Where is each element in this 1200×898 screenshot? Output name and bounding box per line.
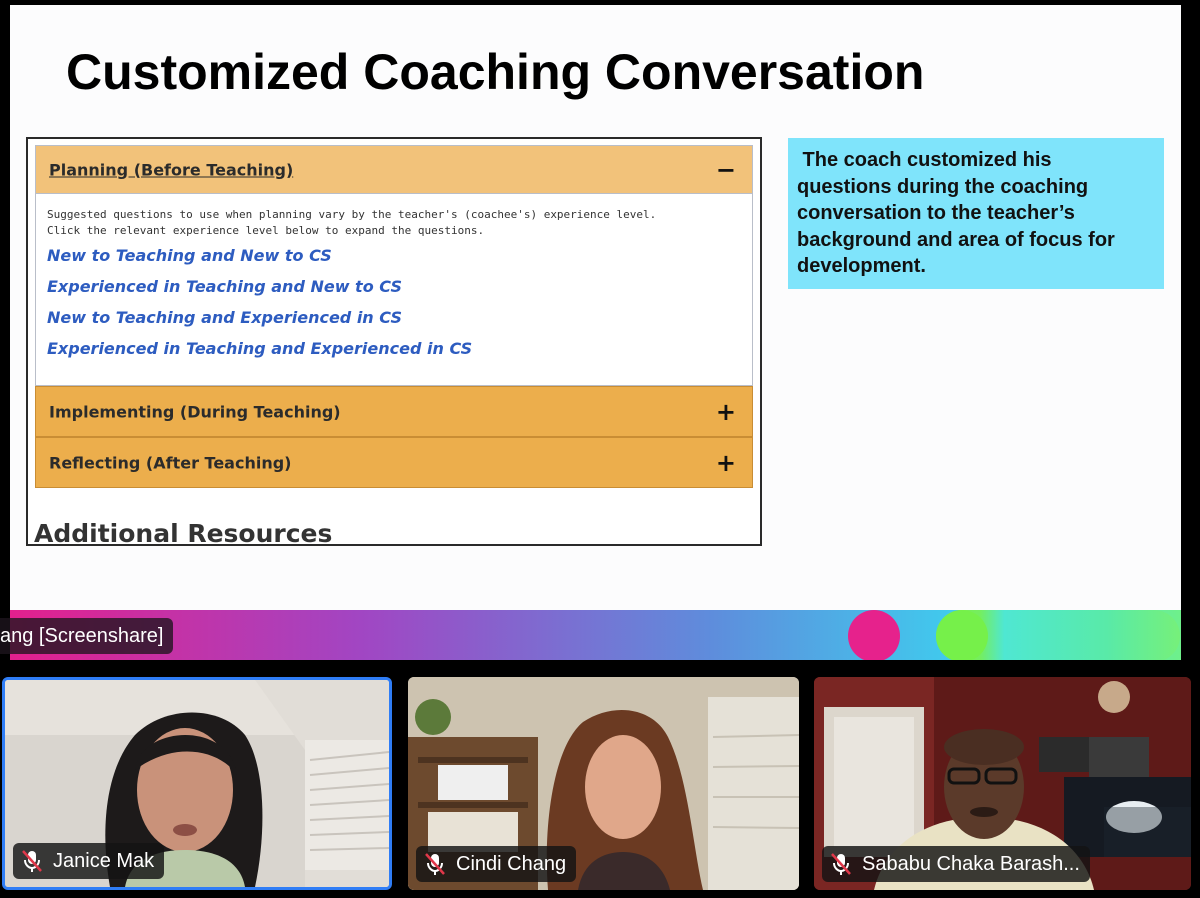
level-link-new-experienced[interactable]: New to Teaching and Experienced in CS — [47, 308, 402, 327]
embedded-webpage-screenshot: Planning (Before Teaching) − Suggested q… — [26, 137, 762, 546]
screenshare-label: ang [Screenshare] — [0, 618, 174, 654]
mic-muted-icon — [22, 850, 42, 872]
callout-box: The coach customized his questions durin… — [788, 138, 1164, 289]
collapse-minus-icon[interactable]: − — [716, 158, 736, 182]
mic-muted-icon — [831, 853, 851, 875]
participant-name-tag: Cindi Chang — [416, 846, 577, 882]
accordion-planning-body: Suggested questions to use when planning… — [35, 194, 753, 386]
slide-footer-gradient-bar — [10, 610, 1181, 660]
additional-resources-heading: Additional Resources — [34, 519, 333, 546]
participant-name: Janice Mak — [53, 849, 155, 872]
video-tile[interactable]: Cindi Chang — [408, 677, 799, 890]
level-link-experienced-experienced[interactable]: Experienced in Teaching and Experienced … — [47, 339, 472, 358]
video-tile-active-speaker[interactable]: Janice Mak — [2, 677, 392, 890]
expand-plus-icon[interactable]: + — [716, 400, 736, 424]
decorative-circle — [936, 610, 988, 660]
decorative-circle — [848, 610, 900, 660]
mic-muted-icon — [425, 853, 445, 875]
slide-title: Customized Coaching Conversation — [66, 44, 925, 100]
callout-text: The coach customized his questions durin… — [797, 149, 1115, 277]
participant-name: Sababu Chaka Barash... — [862, 852, 1080, 875]
accordion-implementing-header[interactable]: Implementing (During Teaching) + — [35, 386, 753, 437]
level-link-new-new[interactable]: New to Teaching and New to CS — [47, 246, 332, 265]
accordion-reflecting-label: Reflecting (After Teaching) — [49, 453, 292, 472]
expand-plus-icon[interactable]: + — [716, 451, 736, 475]
accordion-implementing-label: Implementing (During Teaching) — [49, 402, 341, 421]
level-link-experienced-new[interactable]: Experienced in Teaching and New to CS — [47, 277, 402, 296]
accordion-planning-label: Planning (Before Teaching) — [49, 160, 294, 179]
planning-instructions: Suggested questions to use when planning… — [47, 208, 657, 237]
accordion-reflecting-header[interactable]: Reflecting (After Teaching) + — [35, 437, 753, 488]
participant-name-tag: Sababu Chaka Barash... — [822, 846, 1090, 882]
accordion-planning-header[interactable]: Planning (Before Teaching) − — [35, 145, 753, 194]
participant-name: Cindi Chang — [456, 852, 567, 875]
shared-slide: Customized Coaching Conversation Plannin… — [10, 5, 1181, 660]
participant-name-tag: Janice Mak — [13, 843, 165, 879]
video-tile[interactable]: Sababu Chaka Barash... — [814, 677, 1191, 890]
